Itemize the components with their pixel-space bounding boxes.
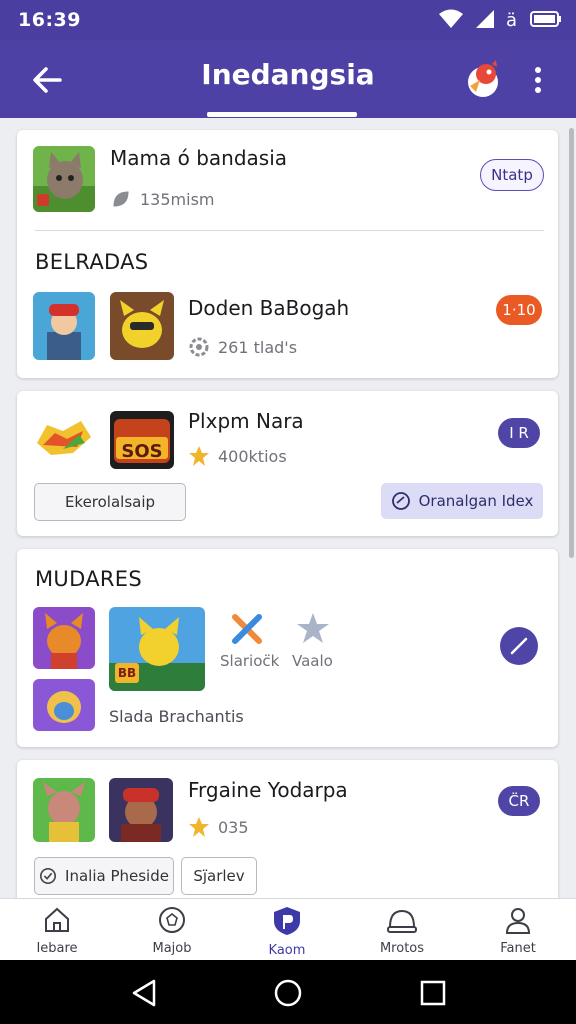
nav-item-home[interactable]: Iebare [2,905,112,956]
game-title[interactable]: Mama ó bandasia [110,146,287,170]
game-logo-sticker[interactable] [33,413,95,463]
signal-icon [476,10,494,28]
game-thumb-cat[interactable] [33,146,95,212]
check-circle-icon [391,492,410,510]
rank-badge[interactable]: I R [498,418,540,448]
svg-text:ä: ä [506,10,517,29]
star-icon[interactable] [295,611,331,647]
label-slarioc: Slarioc̈k [220,652,280,670]
scrollbar[interactable] [569,128,574,558]
oranalgan-idex-button[interactable]: Oranalgan Idex [381,483,543,519]
game-thumb-tag: BB [117,666,137,680]
game-meta: 400ktios [188,445,287,467]
game-thumb-dog[interactable] [33,679,95,731]
game-card-4: Frgaine Yodarpa 035 C̈R Inalia Pheside S… [17,760,558,910]
item-badge-orange[interactable]: 1·10 [496,295,542,325]
pencil-icon [510,637,528,655]
ekerolalsaip-button[interactable]: Ekerolalsaip [34,483,186,521]
nav-item-majob[interactable]: Majob [117,905,227,956]
game-card-2: SOS Plxpm Nara 400ktios I R Ekerolalsaip… [17,391,558,536]
game-thumb-fox[interactable] [33,607,95,669]
game-title[interactable]: Frgaine Yodarpa [188,778,348,802]
recents-square-icon[interactable] [418,978,448,1008]
nav-label: Iebare [36,941,78,956]
nav-item-fanet[interactable]: Fanet [463,905,573,956]
nav-label: Mrotos [379,941,425,956]
mascot-avatar-icon[interactable] [462,58,504,100]
inalia-pheside-button[interactable]: Inalia Pheside [34,857,174,895]
alarm-icon: ä [506,10,517,29]
game-thumb-yellow-cat[interactable]: BB [109,607,205,691]
game-meta-text: 035 [218,817,249,837]
inalia-pheside-label: Inalia Pheside [65,867,169,885]
sos-logo-text: SOS [121,441,163,462]
game-meta: 035 [188,816,249,838]
leaf-icon [113,191,129,207]
badge-icon [159,907,185,933]
crossed-tools-icon[interactable] [229,611,265,647]
game-card-1: Mama ó bandasia 135mism Ntatp BELRADAS D… [17,130,558,378]
game-meta: 135mism [110,188,215,210]
rank-badge[interactable]: C̈R [498,786,540,816]
game-thumb-wolf[interactable] [33,778,95,842]
person-icon [505,908,531,934]
nav-label: Kaom [268,943,306,958]
card-divider [35,230,544,231]
caption-slada: Slada Brachantis [109,707,244,726]
item-title[interactable]: Doden BaBogah [188,296,349,320]
section-title-mudares: MUDARES [35,567,142,591]
oranalgan-idex-label: Oranalgan Idex [418,492,534,510]
nav-item-mrotos[interactable]: Mrotos [347,905,457,956]
game-thumb-red-hero[interactable] [109,778,173,842]
nav-label: Majob [152,941,192,956]
status-time: 16:39 [18,9,81,31]
home-icon [45,907,69,932]
game-logo-sos[interactable]: SOS [110,411,174,469]
gear-icon [189,337,209,357]
game-title[interactable]: Plxpm Nara [188,409,304,433]
game-card-3: MUDARES BB Slarioc̈k Vaalo Slada Brachan… [17,549,558,747]
back-triangle-icon[interactable] [128,978,160,1008]
helmet-icon [387,909,417,933]
ntatp-button[interactable]: Ntatp [480,159,544,191]
edit-fab[interactable] [500,627,538,665]
nav-label: Fanet [500,941,536,956]
game-thumb-hero[interactable] [33,292,95,360]
status-bar: 16:39 ä [0,0,576,40]
game-meta-text: 135mism [140,189,215,209]
check-circle-icon [40,867,57,885]
home-circle-icon[interactable] [272,977,304,1009]
sjarlev-button[interactable]: Sj̈arlev [181,857,257,895]
section-title-belradas: BELRADAS [35,250,149,274]
more-vert-icon[interactable] [526,64,550,96]
game-meta-text: 400ktios [218,446,287,466]
item-meta: 261 tlad's [188,336,297,358]
app-bar: Inedangsia [0,40,576,118]
game-thumb-yellow-creature[interactable] [110,292,174,360]
battery-icon [530,11,561,27]
star-badge-icon [189,446,209,466]
system-nav-bar [0,960,576,1024]
bottom-nav: Iebare Majob Kaom Mrotos Fanet [0,898,576,961]
item-meta-text: 261 tlad's [218,337,298,357]
label-vaalo: Vaalo [292,652,333,670]
nav-item-kaom[interactable]: Kaom [232,905,342,958]
wifi-icon [439,9,463,28]
shield-icon [274,907,300,935]
star-badge-icon [189,817,209,837]
status-icons: ä [438,9,562,29]
title-tab-indicator [207,112,357,117]
